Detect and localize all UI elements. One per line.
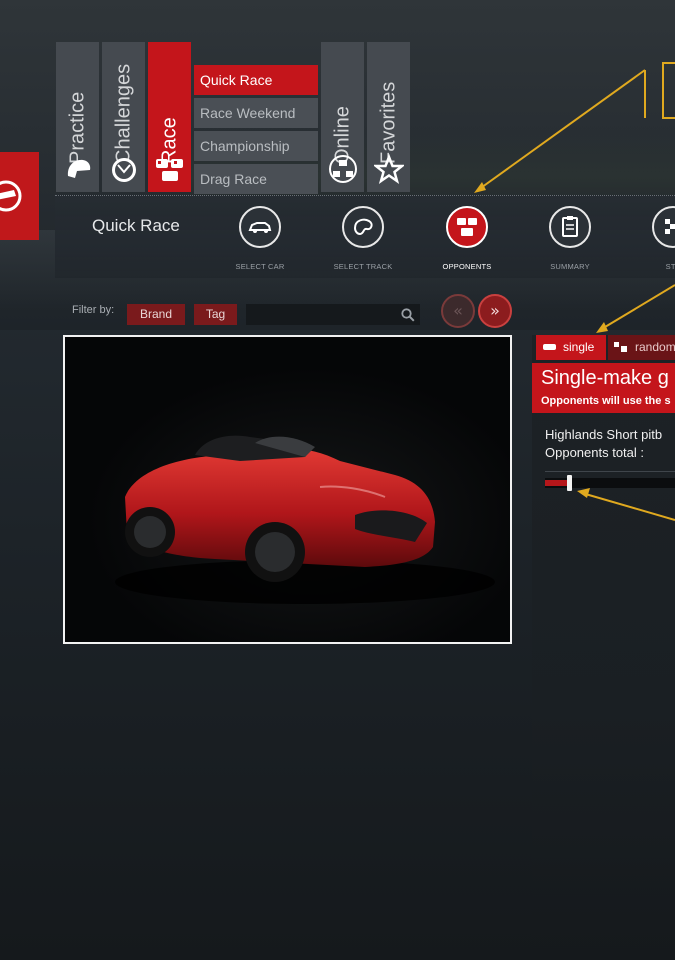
- annotation-arrow-slider: [581, 492, 675, 521]
- annotation-arrow-opponents: [477, 69, 646, 191]
- annotation-arrows: [474, 69, 675, 521]
- annotation-arrow-single: [599, 284, 675, 331]
